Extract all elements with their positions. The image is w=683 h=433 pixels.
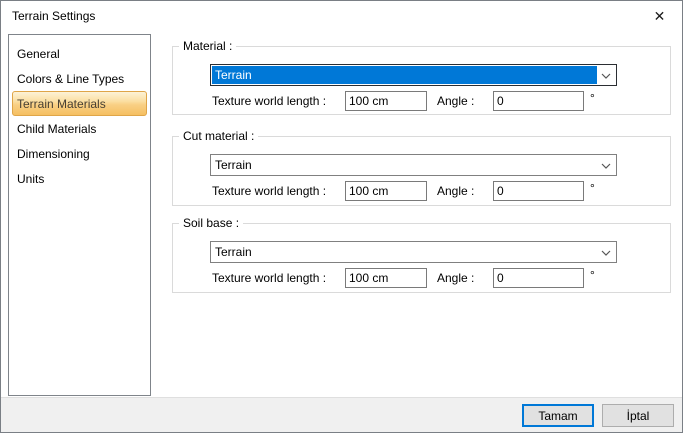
texture-world-length-label: Texture world length : xyxy=(212,181,326,201)
sidebar-item-label: Terrain Materials xyxy=(17,97,106,111)
degree-unit-label: ° xyxy=(590,181,595,195)
material-group-label: Material : xyxy=(179,39,236,53)
texture-world-length-input[interactable] xyxy=(345,91,427,111)
soil-base-group: Soil base : Terrain Texture world length… xyxy=(172,223,671,293)
titlebar: Terrain Settings ✕ xyxy=(1,1,682,32)
soil-base-combobox-value: Terrain xyxy=(212,243,597,261)
cut-material-group: Cut material : Terrain Texture world len… xyxy=(172,136,671,206)
angle-input[interactable] xyxy=(493,91,584,111)
close-button[interactable]: ✕ xyxy=(637,1,682,31)
terrain-settings-dialog: Terrain Settings ✕ General Colors & Line… xyxy=(0,0,683,433)
sidebar-item-label: Dimensioning xyxy=(17,147,90,161)
angle-input[interactable] xyxy=(493,268,584,288)
material-combobox-value: Terrain xyxy=(212,66,597,84)
sidebar-item-units[interactable]: Units xyxy=(12,166,147,191)
cancel-button[interactable]: İptal xyxy=(602,404,674,427)
sidebar-item-label: Child Materials xyxy=(17,122,96,136)
sidebar-item-dimensioning[interactable]: Dimensioning xyxy=(12,141,147,166)
sidebar-item-terrain-materials[interactable]: Terrain Materials xyxy=(12,91,147,116)
sidebar-item-label: General xyxy=(17,47,60,61)
degree-unit-label: ° xyxy=(590,91,595,105)
texture-world-length-label: Texture world length : xyxy=(212,268,326,288)
sidebar-item-label: Colors & Line Types xyxy=(17,72,124,86)
dialog-footer: Tamam İptal xyxy=(1,397,682,432)
chevron-down-icon xyxy=(601,163,611,169)
texture-world-length-label: Texture world length : xyxy=(212,91,326,111)
chevron-down-icon xyxy=(601,73,611,79)
sidebar-item-child-materials[interactable]: Child Materials xyxy=(12,116,147,141)
chevron-down-icon xyxy=(601,250,611,256)
sidebar-item-label: Units xyxy=(17,172,44,186)
angle-label: Angle : xyxy=(437,91,474,111)
ok-button[interactable]: Tamam xyxy=(522,404,594,427)
texture-world-length-input[interactable] xyxy=(345,181,427,201)
cut-material-combobox-value: Terrain xyxy=(212,156,597,174)
angle-input[interactable] xyxy=(493,181,584,201)
sidebar-item-general[interactable]: General xyxy=(12,41,147,66)
angle-label: Angle : xyxy=(437,268,474,288)
soil-base-combobox[interactable]: Terrain xyxy=(210,241,617,263)
window-title: Terrain Settings xyxy=(12,9,95,23)
sidebar-item-colors-line-types[interactable]: Colors & Line Types xyxy=(12,66,147,91)
soil-base-group-label: Soil base : xyxy=(179,216,243,230)
material-combobox[interactable]: Terrain xyxy=(210,64,617,86)
angle-label: Angle : xyxy=(437,181,474,201)
cut-material-combobox[interactable]: Terrain xyxy=(210,154,617,176)
degree-unit-label: ° xyxy=(590,268,595,282)
cut-material-group-label: Cut material : xyxy=(179,129,258,143)
close-icon: ✕ xyxy=(654,8,666,25)
material-group: Material : Terrain Texture world length … xyxy=(172,46,671,115)
settings-category-list: General Colors & Line Types Terrain Mate… xyxy=(8,34,151,396)
texture-world-length-input[interactable] xyxy=(345,268,427,288)
